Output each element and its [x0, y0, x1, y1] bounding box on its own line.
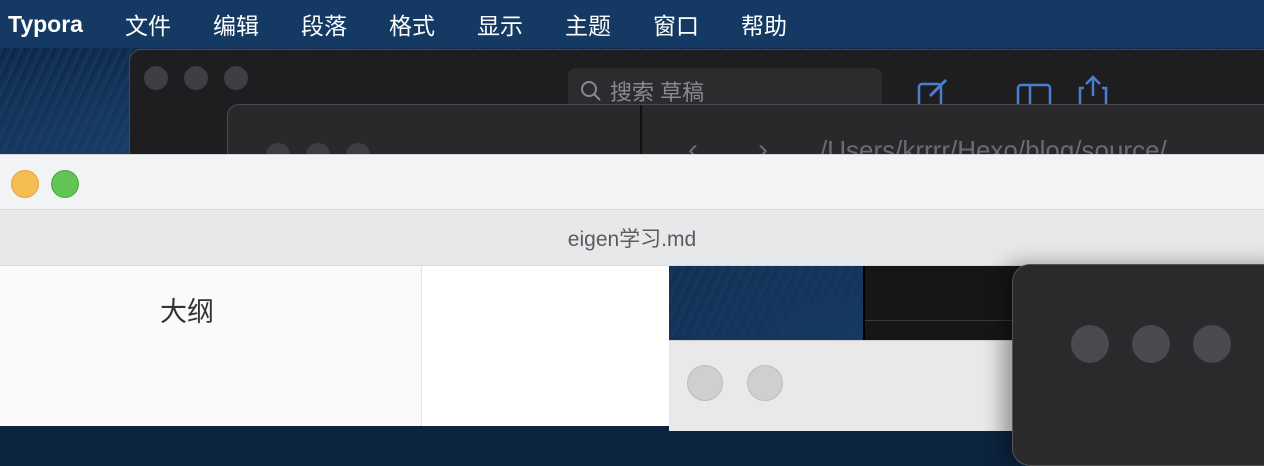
close-button[interactable]: [1071, 325, 1109, 363]
menu-theme[interactable]: 主题: [565, 7, 611, 41]
menu-paragraph[interactable]: 段落: [301, 7, 347, 41]
background-window-4[interactable]: [1012, 264, 1264, 466]
menu-help[interactable]: 帮助: [741, 7, 787, 41]
menu-app-name[interactable]: Typora: [8, 11, 83, 38]
outline-title: 大纲: [160, 297, 214, 327]
close-button[interactable]: [687, 365, 723, 401]
menu-file[interactable]: 文件: [125, 7, 171, 41]
minimize-button[interactable]: [184, 66, 208, 90]
window-titlebar[interactable]: [0, 154, 1264, 210]
menu-view[interactable]: 显示: [477, 7, 523, 41]
share-icon[interactable]: [1076, 74, 1110, 108]
zoom-button[interactable]: [224, 66, 248, 90]
zoom-button[interactable]: [51, 170, 79, 198]
minimize-button[interactable]: [1132, 325, 1170, 363]
background-light-window[interactable]: [669, 340, 1029, 431]
search-icon: [581, 81, 601, 101]
close-button[interactable]: [144, 66, 168, 90]
minimize-button[interactable]: [747, 365, 783, 401]
minimize-button[interactable]: [11, 170, 39, 198]
zoom-button[interactable]: [1193, 325, 1231, 363]
menu-edit[interactable]: 编辑: [213, 7, 259, 41]
search-placeholder: 搜索 草稿: [610, 80, 705, 105]
menu-format[interactable]: 格式: [389, 7, 435, 41]
document-tab-bar: eigen学习.md: [0, 210, 1264, 266]
menu-bar: Typora 文件 编辑 段落 格式 显示 主题 窗口 帮助: [0, 0, 1264, 48]
document-title[interactable]: eigen学习.md: [568, 223, 696, 253]
editor-area[interactable]: [422, 266, 669, 426]
outline-sidebar: 大纲: [0, 266, 422, 426]
background-window-3[interactable]: [863, 266, 1025, 340]
divider: [865, 320, 1025, 321]
menu-window[interactable]: 窗口: [653, 7, 699, 41]
